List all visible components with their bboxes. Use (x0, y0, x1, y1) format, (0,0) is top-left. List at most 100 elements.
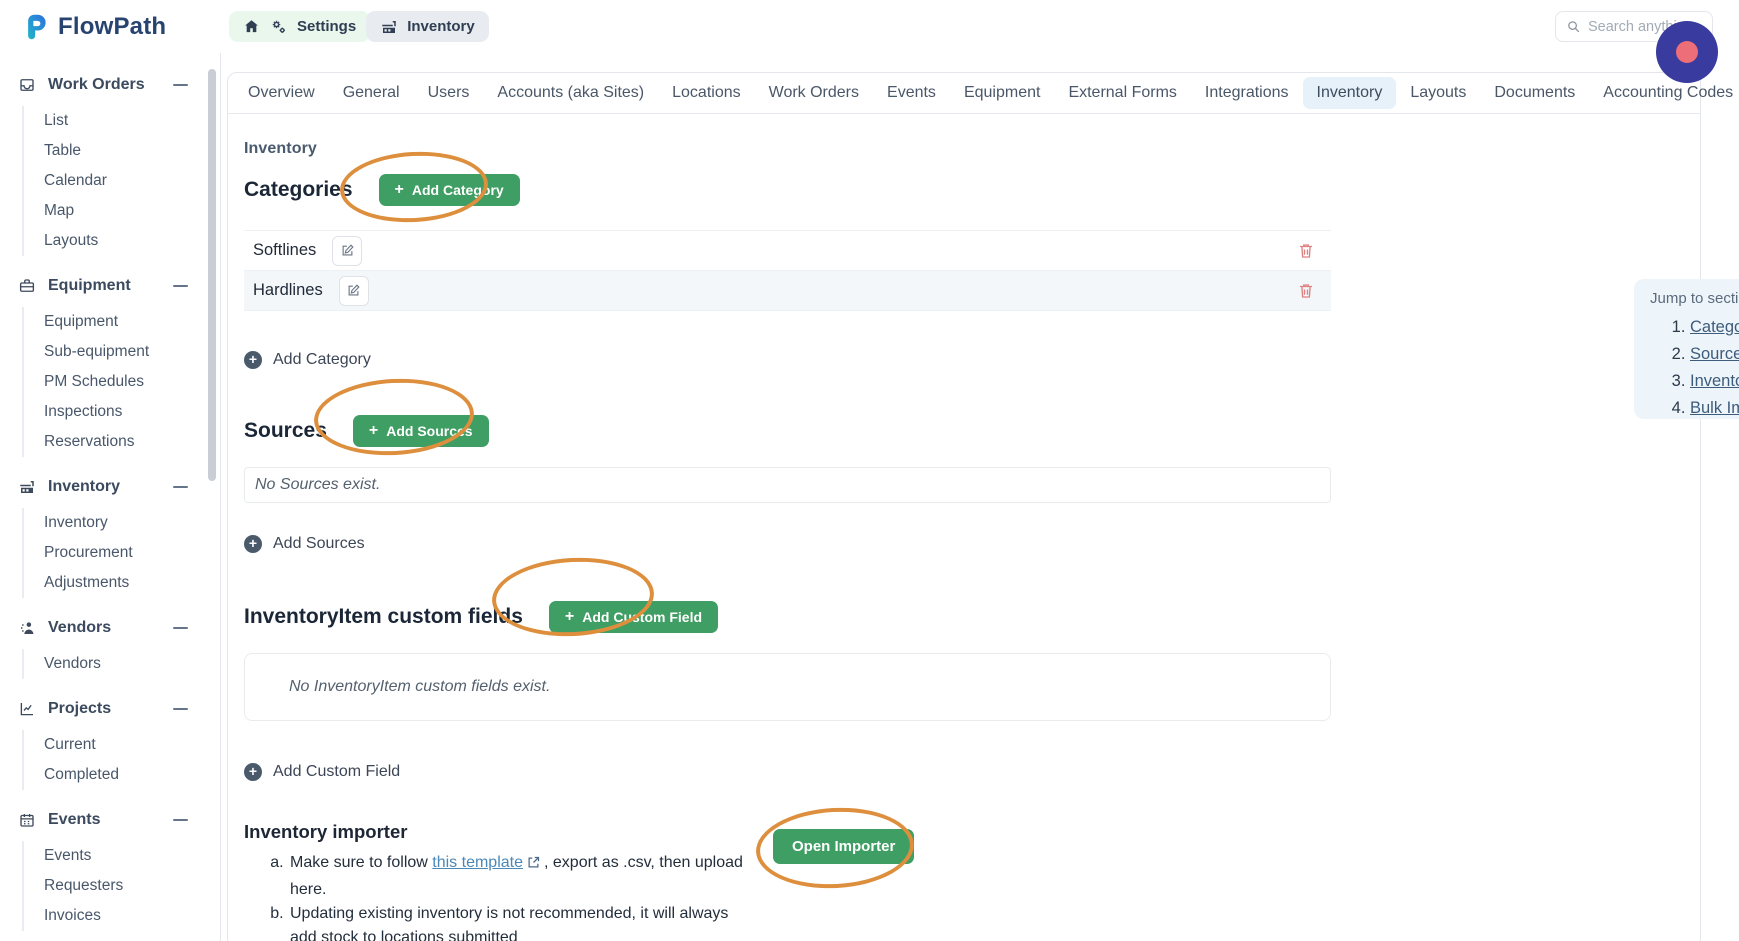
top-bar: FlowPath Settings Inventory Search anyth… (0, 0, 1739, 53)
vendors-icon (18, 619, 36, 637)
gears-icon (269, 17, 288, 36)
sidebar-item-requesters[interactable]: Requesters (44, 871, 220, 901)
sidebar-section-events[interactable]: Events (18, 806, 220, 833)
tab-users[interactable]: Users (414, 77, 484, 109)
sidebar-item-table[interactable]: Table (44, 136, 220, 166)
sidebar-item-vendors[interactable]: Vendors (44, 649, 220, 679)
flowpath-logo-icon (22, 13, 50, 41)
add-sources-link[interactable]: + Add Sources (244, 535, 365, 553)
sidebar-item-reservations[interactable]: Reservations (44, 427, 220, 457)
sidebar-section-vendors[interactable]: Vendors (18, 614, 220, 641)
external-link-icon (526, 856, 541, 874)
tab-inventory[interactable]: Inventory (1302, 77, 1397, 109)
add-sources-button[interactable]: + Add Sources (352, 415, 489, 447)
inbox-icon (18, 76, 36, 94)
tab-overview[interactable]: Overview (234, 77, 329, 109)
sidebar-item-events[interactable]: Events (44, 841, 220, 871)
open-importer-button[interactable]: Open Importer (773, 829, 915, 864)
search-icon (1566, 19, 1581, 34)
tab-layouts[interactable]: Layouts (1396, 77, 1480, 109)
chart-icon (18, 700, 36, 718)
delete-category-button[interactable] (1297, 282, 1315, 300)
sidebar-item-completed[interactable]: Completed (44, 760, 220, 790)
sidebar-item-invoices[interactable]: Invoices (44, 901, 220, 931)
table-row: Hardlines (244, 271, 1331, 311)
jump-link-inventory-custom-fields[interactable]: Inventory Custom Fields (1690, 372, 1739, 390)
collapse-icon[interactable] (173, 485, 188, 488)
plus-icon: + (564, 608, 575, 625)
plus-circle-icon: + (244, 351, 262, 369)
sidebar-scrollbar[interactable] (208, 69, 216, 481)
sidebar-item-adjustments[interactable]: Adjustments (44, 568, 220, 598)
custom-fields-empty-box: No InventoryItem custom fields exist. (244, 653, 1331, 721)
jump-item: Inventory Custom Fields (1690, 368, 1739, 395)
sidebar-section-label: Equipment (48, 276, 131, 294)
sidebar-section-inventory[interactable]: Inventory (18, 473, 220, 500)
tab-documents[interactable]: Documents (1480, 77, 1589, 109)
sidebar-section-label: Events (48, 810, 101, 828)
collapse-icon[interactable] (173, 83, 188, 86)
category-name: Hardlines (253, 281, 323, 299)
sidebar-item-equipment[interactable]: Equipment (44, 307, 220, 337)
collapse-icon[interactable] (173, 818, 188, 821)
add-custom-field-button[interactable]: + Add Custom Field (548, 601, 719, 633)
add-category-link[interactable]: + Add Category (244, 351, 371, 369)
sidebar-item-list[interactable]: List (44, 106, 220, 136)
settings-tabbar: Overview General Users Accounts (aka Sit… (228, 73, 1733, 114)
breadcrumb-settings[interactable]: Settings (229, 11, 371, 42)
sidebar-section-projects[interactable]: Projects (18, 695, 220, 722)
add-category-button[interactable]: + Add Category (378, 174, 520, 206)
sidebar-item-inspections[interactable]: Inspections (44, 397, 220, 427)
plus-icon: + (394, 181, 404, 198)
briefcase-icon (18, 277, 36, 295)
tab-accounts[interactable]: Accounts (aka Sites) (483, 77, 658, 109)
tab-external-forms[interactable]: External Forms (1054, 77, 1190, 109)
tab-locations[interactable]: Locations (658, 77, 755, 109)
sidebar-section-work-orders[interactable]: Work Orders (18, 71, 220, 98)
sidebar-item-inventory[interactable]: Inventory (44, 508, 220, 538)
jump-link-sources[interactable]: Sources (1690, 345, 1739, 363)
sidebar-item-pm-schedules[interactable]: PM Schedules (44, 367, 220, 397)
importer-step-a: Make sure to follow this template, expor… (288, 851, 758, 902)
sources-empty-box: No Sources exist. (244, 467, 1331, 503)
sidebar-item-current[interactable]: Current (44, 730, 220, 760)
tab-work-orders[interactable]: Work Orders (755, 77, 873, 109)
add-custom-field-link[interactable]: + Add Custom Field (244, 763, 400, 781)
sidebar-item-map[interactable]: Map (44, 196, 220, 226)
tab-events[interactable]: Events (873, 77, 950, 109)
sidebar-item-sub-equipment[interactable]: Sub-equipment (44, 337, 220, 367)
collapse-icon[interactable] (173, 284, 188, 287)
tab-accounting-codes[interactable]: Accounting Codes (1589, 77, 1739, 109)
template-link[interactable]: this template (432, 854, 523, 871)
plus-circle-icon: + (244, 535, 262, 553)
shelf-icon (380, 18, 398, 36)
sidebar-section-equipment[interactable]: Equipment (18, 272, 220, 299)
sidebar-item-layouts[interactable]: Layouts (44, 226, 220, 256)
home-icon[interactable] (243, 18, 260, 35)
collapse-icon[interactable] (173, 707, 188, 710)
categories-heading: Categories (244, 178, 353, 201)
jump-link-bulk-importer[interactable]: Bulk Importer (1690, 399, 1739, 417)
breadcrumb-inventory[interactable]: Inventory (366, 11, 489, 42)
tab-equipment[interactable]: Equipment (950, 77, 1055, 109)
sidebar-item-procurement[interactable]: Procurement (44, 538, 220, 568)
sidebar-item-calendar[interactable]: Calendar (44, 166, 220, 196)
app-logo[interactable]: FlowPath (0, 13, 221, 41)
breadcrumb-settings-label: Settings (297, 18, 357, 35)
sidebar-section-label: Inventory (48, 477, 121, 495)
breadcrumb-inventory-label: Inventory (407, 18, 475, 35)
user-avatar[interactable] (1656, 21, 1718, 83)
calendar-icon (18, 811, 36, 829)
trash-icon (1297, 282, 1315, 300)
shelf-icon (18, 478, 36, 496)
edit-category-button[interactable] (338, 275, 369, 306)
avatar-status-dot (1676, 41, 1698, 63)
jump-link-categories[interactable]: Categories (1690, 318, 1739, 336)
collapse-icon[interactable] (173, 626, 188, 629)
tab-general[interactable]: General (329, 77, 414, 109)
delete-category-button[interactable] (1297, 242, 1315, 260)
page-title: Inventory (244, 140, 317, 157)
edit-category-button[interactable] (332, 235, 363, 266)
plus-icon: + (368, 422, 379, 439)
tab-integrations[interactable]: Integrations (1191, 77, 1303, 109)
